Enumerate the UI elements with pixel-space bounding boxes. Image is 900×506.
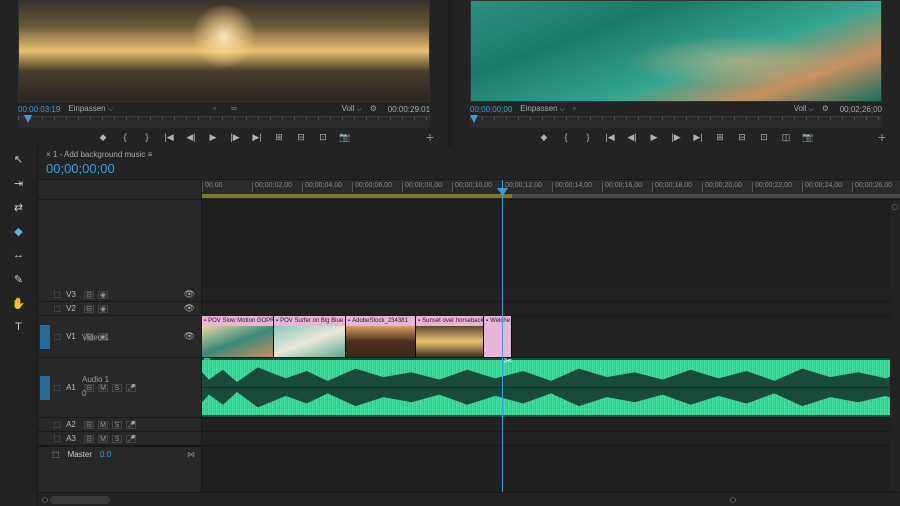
overwrite-button[interactable]: ⊟ bbox=[295, 131, 307, 143]
track-v2-lane[interactable] bbox=[202, 302, 900, 316]
wrench-icon[interactable]: ⚙ bbox=[370, 104, 380, 114]
export-frame-button[interactable]: ⊡ bbox=[317, 131, 329, 143]
pen-tool[interactable]: ✎ bbox=[12, 272, 26, 286]
track-header-a3[interactable]: ⬚A3⊟MS🎤 bbox=[38, 432, 201, 446]
track-select-tool[interactable]: ⇥ bbox=[12, 176, 26, 190]
step-back-button[interactable]: ◀| bbox=[626, 131, 638, 143]
go-out-button[interactable]: ▶| bbox=[692, 131, 704, 143]
timeline-tracks[interactable]: 00,00 00;00;02,00 00;00;04,00 00;00;06,0… bbox=[202, 180, 900, 492]
type-tool[interactable]: T bbox=[12, 320, 26, 334]
source-full-menu[interactable]: Voll bbox=[342, 104, 362, 114]
program-fit-menu[interactable]: Einpassen bbox=[520, 104, 565, 114]
razor-cursor-icon: ✂ bbox=[504, 356, 512, 367]
go-out-button[interactable]: ▶| bbox=[251, 131, 263, 143]
compare-button[interactable]: ◫ bbox=[780, 131, 792, 143]
video-clip[interactable]: POV Surfer on Big Blue O bbox=[274, 316, 346, 357]
razor-tool[interactable]: ◆ bbox=[12, 224, 26, 238]
video-clip[interactable]: Welche St bbox=[484, 316, 512, 357]
mark-clip-button[interactable]: { bbox=[560, 131, 572, 143]
hand-tool[interactable]: ✋ bbox=[12, 296, 26, 310]
marker-icon[interactable]: ▫ bbox=[213, 104, 223, 114]
vertical-scrollbar[interactable] bbox=[890, 200, 900, 492]
snapshot-button[interactable]: 📷 bbox=[802, 131, 814, 143]
horizontal-scrollbar[interactable] bbox=[38, 492, 900, 506]
audio-clip[interactable]: ▪ bbox=[202, 358, 900, 417]
track-header-a2[interactable]: ⬚A2⊟MS🎤 bbox=[38, 418, 201, 432]
mark-in-button[interactable]: ◆ bbox=[97, 131, 109, 143]
source-fit-menu[interactable]: Einpassen bbox=[68, 104, 113, 114]
program-full-menu[interactable]: Voll bbox=[794, 104, 814, 114]
program-transport: ◆ { } |◀ ◀| ▶ |▶ ▶| ⊞ ⊟ ⊡ ◫ 📷 + bbox=[452, 128, 900, 146]
step-fwd-button[interactable]: |▶ bbox=[229, 131, 241, 143]
track-a1-lane[interactable]: ▪ bbox=[202, 358, 900, 418]
track-v1-lane[interactable]: POV Slow Motion GOPR POV Surfer on Big B… bbox=[202, 316, 900, 358]
source-preview[interactable] bbox=[18, 0, 430, 102]
mark-in-button[interactable]: ◆ bbox=[538, 131, 550, 143]
track-v3-lane[interactable] bbox=[202, 288, 900, 302]
tool-palette: ↖ ⇥ ⇄ ◆ ↔ ✎ ✋ T bbox=[0, 146, 38, 506]
track-headers: ⬚V3⊟◉👁 ⬚V2⊟◉👁 ⬚V1⊟◉👁 Video 1 ⬚A1⊟MS🎤 Aud… bbox=[38, 180, 202, 492]
program-monitor: 00;00;00;00 Einpassen ▫ Voll ⚙ 00;02;26;… bbox=[452, 0, 900, 146]
insert-button[interactable]: ⊞ bbox=[273, 131, 285, 143]
audio-zero: 0 bbox=[38, 388, 201, 400]
mark-clip-button2[interactable]: } bbox=[141, 131, 153, 143]
video1-label: Video 1 bbox=[38, 332, 201, 344]
program-out-tc[interactable]: 00;02;26;00 bbox=[840, 105, 882, 114]
mark-clip-button[interactable]: { bbox=[119, 131, 131, 143]
add-button-icon[interactable]: + bbox=[426, 129, 434, 145]
add-button-icon[interactable]: + bbox=[878, 129, 886, 145]
safe-margins-icon[interactable]: ═ bbox=[231, 104, 241, 114]
slip-tool[interactable]: ↔ bbox=[12, 248, 26, 262]
program-in-tc[interactable]: 00;00;00;00 bbox=[470, 105, 512, 114]
source-monitor: 00:00:03:19 Einpassen ▫ ═ Voll ⚙ 00:00:2… bbox=[0, 0, 448, 146]
video-clip[interactable]: AdobeStock_234381 bbox=[346, 316, 416, 357]
play-button[interactable]: ▶ bbox=[207, 131, 219, 143]
source-scrubber[interactable] bbox=[18, 116, 430, 128]
snapshot-button[interactable]: 📷 bbox=[339, 131, 351, 143]
timeline-ruler[interactable]: 00,00 00;00;02,00 00;00;04,00 00;00;06,0… bbox=[202, 180, 900, 200]
source-out-tc[interactable]: 00:00:29:01 bbox=[388, 105, 430, 114]
video-clip[interactable]: Sunset over horseback riders bbox=[416, 316, 484, 357]
source-in-tc[interactable]: 00:00:03:19 bbox=[18, 105, 60, 114]
ripple-edit-tool[interactable]: ⇄ bbox=[12, 200, 26, 214]
wrench-icon[interactable]: ⚙ bbox=[822, 104, 832, 114]
source-transport: ◆ { } |◀ ◀| ▶ |▶ ▶| ⊞ ⊟ ⊡ 📷 + bbox=[0, 128, 448, 146]
timeline-panel: × 1 - Add background music ≡ 00;00;00;00… bbox=[38, 146, 900, 506]
video-clip[interactable]: POV Slow Motion GOPR bbox=[202, 316, 274, 357]
track-header-v2[interactable]: ⬚V2⊟◉👁 bbox=[38, 302, 201, 316]
sequence-tab[interactable]: × 1 - Add background music ≡ bbox=[46, 150, 892, 159]
program-scrubber[interactable] bbox=[470, 116, 882, 128]
step-back-button[interactable]: ◀| bbox=[185, 131, 197, 143]
timeline-playhead[interactable] bbox=[502, 180, 503, 492]
mark-clip-button2[interactable]: } bbox=[582, 131, 594, 143]
go-in-button[interactable]: |◀ bbox=[604, 131, 616, 143]
track-header-v3[interactable]: ⬚V3⊟◉👁 bbox=[38, 288, 201, 302]
track-a3-lane[interactable] bbox=[202, 432, 900, 446]
track-a2-lane[interactable] bbox=[202, 418, 900, 432]
go-in-button[interactable]: |◀ bbox=[163, 131, 175, 143]
step-fwd-button[interactable]: |▶ bbox=[670, 131, 682, 143]
sequence-timecode[interactable]: 00;00;00;00 bbox=[46, 161, 892, 176]
audio1-label: Audio 1 bbox=[38, 374, 201, 386]
export-frame-button[interactable]: ⊡ bbox=[758, 131, 770, 143]
play-button[interactable]: ▶ bbox=[648, 131, 660, 143]
program-preview[interactable] bbox=[470, 0, 882, 102]
program-overlay-icon[interactable]: ▫ bbox=[573, 104, 583, 114]
lift-button[interactable]: ⊞ bbox=[714, 131, 726, 143]
selection-tool[interactable]: ↖ bbox=[12, 152, 26, 166]
master-track[interactable]: ⬚Master0.0⋈ bbox=[38, 446, 201, 462]
extract-button[interactable]: ⊟ bbox=[736, 131, 748, 143]
